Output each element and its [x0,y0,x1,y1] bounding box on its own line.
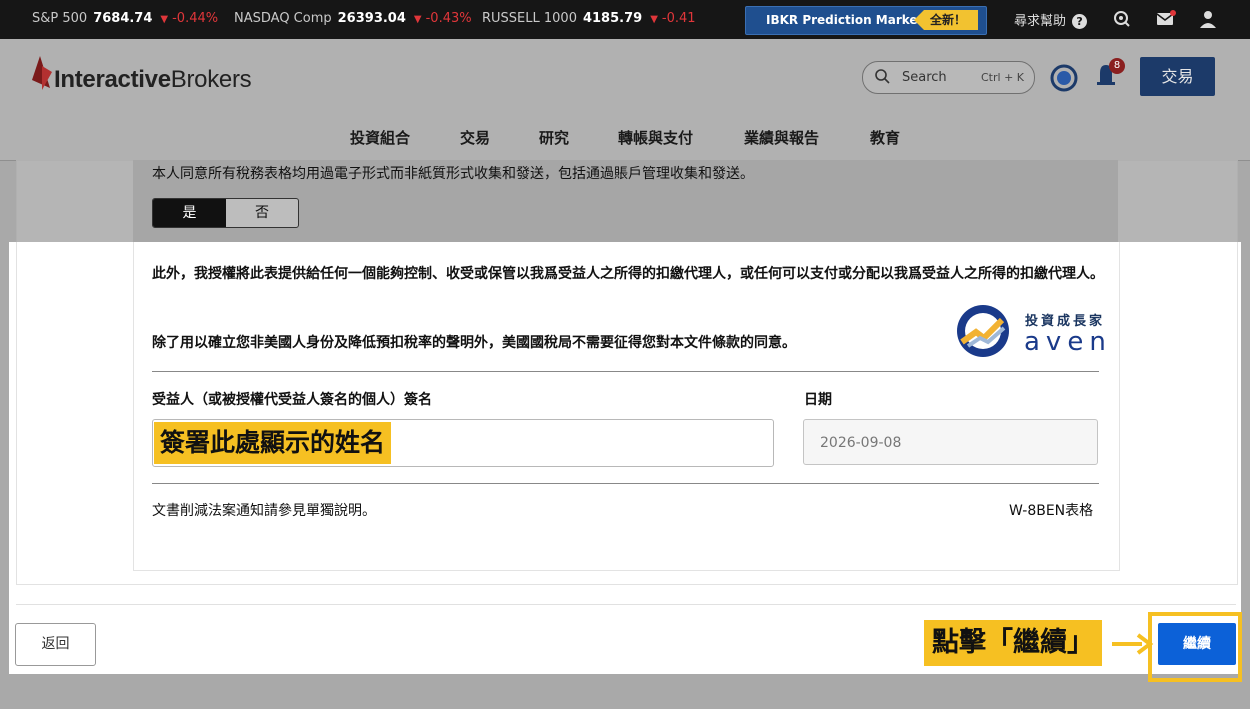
ib-logo-text[interactable]: InteractiveBrokers [54,66,252,94]
no-option[interactable]: 否 [226,199,298,227]
divider [16,604,1236,605]
new-badge: 全新！ [914,10,979,30]
down-arrow-icon: ▼ [413,14,422,25]
paperwork-notice: 文書削減法案通知請參見單獨說明。 [152,503,376,519]
account-status-icon[interactable] [1050,64,1078,96]
back-button[interactable]: 返回 [15,623,96,666]
search-icon [875,69,890,88]
date-field: 2026-09-08 [803,419,1098,465]
authorization-paragraph: 此外，我授權將此表提供給任何一個能夠控制、收受或保管以我爲受益人之所得的扣繳代理… [152,266,1104,282]
nav-performance-reports[interactable]: 業績與報告 [744,127,819,148]
watermark-logo-icon [957,305,1009,357]
watermark-en: aven [1024,327,1112,357]
ticker-item[interactable]: NASDAQ Comp 26393.04 ▼ -0.43% [234,11,472,26]
nav-trade[interactable]: 交易 [460,127,490,148]
yes-option[interactable]: 是 [153,199,226,227]
divider [152,483,1099,484]
search-input[interactable]: Search Ctrl + K [862,61,1035,94]
down-arrow-icon: ▼ [650,14,658,25]
click-continue-annotation: 點擊「繼續」 [924,620,1102,666]
user-icon[interactable] [1200,10,1216,32]
date-label: 日期 [804,392,832,408]
site-header: InteractiveBrokers Search Ctrl + K 8 交易 … [0,39,1250,161]
help-link[interactable]: 尋求幫助? [1014,10,1088,29]
trade-button[interactable]: 交易 [1140,57,1215,96]
signature-label: 受益人（或被授權代受益人簽名的個人）簽名 [152,392,432,408]
notification-badge: 8 [1109,58,1125,74]
nav-transfer-pay[interactable]: 轉帳與支付 [618,127,693,148]
highlighted-region: 此外，我授權將此表提供給任何一個能夠控制、收受或保管以我爲受益人之所得的扣繳代理… [9,242,1242,682]
mail-icon[interactable] [1156,10,1176,32]
consent-text: 本人同意所有稅務表格均用過電子形式而非紙質形式收集和發送，包括通過賬戶管理收集和… [152,166,754,182]
consent-toggle: 是 否 [152,198,299,228]
prediction-markets-banner[interactable]: IBKR Prediction Markets 全新！ [745,6,987,35]
market-ticker-bar: S&P 500 7684.74 ▼ -0.44% NASDAQ Comp 26393.0… [0,0,1250,39]
form-name: W-8BEN表格 [1009,503,1094,519]
signature-annotation: 簽署此處顯示的姓名 [154,422,392,464]
ticker-item[interactable]: RUSSELL 1000 4185.79 ▼ -0.41 [482,11,696,26]
nav-portfolio[interactable]: 投資組合 [350,127,410,148]
nav-education[interactable]: 教育 [870,127,900,148]
help-icon: ? [1072,14,1088,29]
irs-consent-paragraph: 除了用以確立您非美國人身份及降低預扣稅率的聲明外，美國國稅局不需要征得您對本文件… [152,335,796,351]
chat-icon[interactable] [1113,10,1131,32]
ib-logo-icon [32,56,52,90]
divider [152,371,1099,372]
continue-button[interactable]: 繼續 [1158,623,1236,665]
down-arrow-icon: ▼ [160,14,169,25]
nav-research[interactable]: 研究 [539,127,569,148]
ticker-item[interactable]: S&P 500 7684.74 ▼ -0.44% [32,11,218,26]
